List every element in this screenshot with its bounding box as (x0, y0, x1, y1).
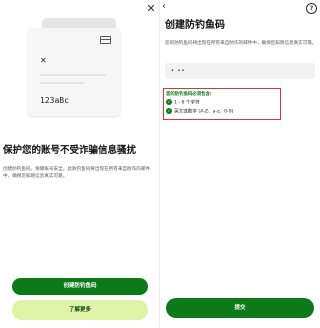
sample-anti-phishing-code: 123aBc (40, 96, 69, 105)
placeholder-line (40, 74, 106, 76)
requirement-item: ✓ 1 - 6 个字符 (166, 99, 200, 106)
back-icon[interactable]: ‹ (162, 2, 172, 12)
illustration-email-card: ✕ 123aBc (28, 28, 120, 116)
submit-button[interactable]: 提交 (166, 298, 314, 318)
anti-phishing-code-input[interactable]: • •• (165, 63, 315, 79)
help-icon[interactable]: ? (306, 3, 317, 14)
input-value: • •• (171, 68, 186, 74)
brand-x-icon: ✕ (40, 56, 47, 65)
requirement-label: 1 - 6 个字符 (174, 100, 200, 106)
check-icon: ✓ (166, 108, 172, 114)
requirements-title: 您的防钓鱼码必须包含: (166, 92, 212, 97)
requirements-box: 您的防钓鱼码必须包含: ✓ 1 - 6 个字符 ✓ 英文或数字 (A-Z、a-z、0… (163, 88, 281, 120)
email-icon (100, 36, 111, 44)
placeholder-line (40, 82, 84, 84)
page-title: 保护您的账号不受诈骗信息骚扰 (3, 145, 137, 156)
check-icon: ✓ (166, 99, 172, 105)
page-description: 创建防钓鱼码，保障账号安全。此防钓鱼码将出现在所有来自防诈的邮件中，确保您知晓信… (3, 167, 151, 179)
create-code-panel: ‹ ? 创建防钓鱼码 您的防钓鱼码将出现在所有来自防诈的邮件中，确保您知晓信息真… (160, 0, 320, 328)
learn-more-button[interactable]: 了解更多 (12, 300, 148, 320)
create-code-button[interactable]: 创建防钓鱼码 (12, 278, 148, 295)
requirement-item: ✓ 英文或数字 (A-Z、a-z、0-9) (166, 108, 233, 115)
onboarding-panel: ✕ ✕ 123aBc 保护您的账号不受诈骗信息骚扰 创建防钓鱼码，保障账号安全。… (0, 0, 160, 328)
requirement-label: 英文或数字 (A-Z、a-z、0-9) (174, 109, 234, 115)
close-icon[interactable]: ✕ (145, 3, 157, 15)
page-description: 您的防钓鱼码将出现在所有来自防诈的邮件中，确保您知晓信息真实可靠。 (165, 41, 317, 46)
page-title: 创建防钓鱼码 (165, 20, 225, 31)
